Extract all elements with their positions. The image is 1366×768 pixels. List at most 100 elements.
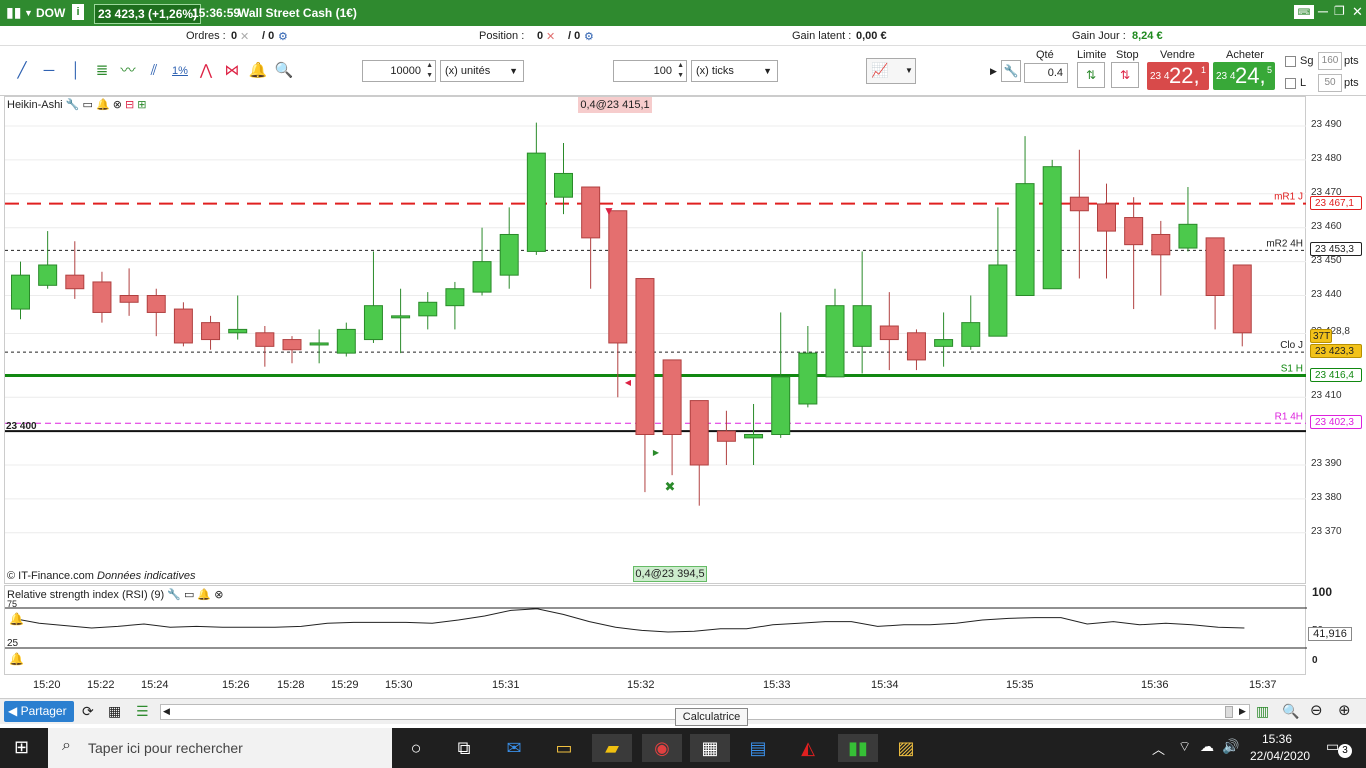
qty-input[interactable]: 0.4	[1024, 63, 1068, 83]
horizontal-line-icon[interactable]: ─	[37, 60, 61, 82]
marker-left-icon: ◀	[625, 378, 632, 387]
trading-platform-icon[interactable]: ▮▮	[838, 734, 878, 762]
x-tick-label: 15:28	[277, 679, 305, 691]
paint-icon[interactable]: ▨	[886, 734, 926, 762]
file-explorer-icon[interactable]: ▭	[544, 734, 584, 762]
wave-tool-icon[interactable]: 〰	[116, 60, 140, 82]
zoom-icon[interactable]: 🔍	[272, 60, 296, 82]
fibonacci-icon[interactable]: ≣	[90, 60, 114, 82]
move-up-icon[interactable]: ⊞	[137, 99, 146, 111]
candle-body	[852, 305, 872, 347]
cloud-icon[interactable]: ☁	[1200, 738, 1214, 755]
candlestick-chart[interactable]: mR1 J mR2 4H Clo J S1 H R1 4H ▼ ◀ ▶ ✖	[5, 97, 1307, 585]
move-down-icon[interactable]: ⊟	[125, 99, 134, 111]
calculator-icon[interactable]: ▦	[690, 734, 730, 762]
line-tool-icon[interactable]: ╱	[10, 60, 34, 82]
stop-order-button[interactable]: ⇅	[1111, 62, 1139, 88]
limit-order-button[interactable]: ⇅	[1077, 62, 1105, 88]
sticky-notes-icon[interactable]: ▰	[592, 734, 632, 762]
price-chart[interactable]: mR1 J mR2 4H Clo J S1 H R1 4H ▼ ◀ ▶ ✖ Heikin-Ash…	[4, 96, 1307, 585]
table-icon[interactable]: ▦	[108, 703, 121, 720]
rsi-label[interactable]: Relative strength index (RSI) (9)	[7, 589, 164, 601]
vertical-line-icon[interactable]: │	[64, 60, 88, 82]
alert-bell-icon[interactable]: 🔔	[246, 60, 270, 82]
task-view-icon[interactable]: ⧉	[444, 734, 484, 762]
chart-settings-icon[interactable]: ▥	[1256, 703, 1269, 720]
position-cancel-icon[interactable]: ✕	[546, 30, 555, 43]
daily-gain-value: 8,24 €	[1132, 30, 1163, 42]
sg-checkbox[interactable]	[1285, 56, 1296, 67]
buy-button[interactable]: 23 4 24, 5	[1213, 62, 1275, 90]
scroll-thumb[interactable]	[1225, 706, 1233, 718]
stepper-arrows-icon[interactable]: ▲ ▼	[677, 61, 684, 81]
window-icon[interactable]: ▭	[184, 589, 194, 601]
channel-icon[interactable]: ⫽	[142, 60, 166, 82]
orders-cancel-icon[interactable]: ✕	[240, 30, 249, 43]
quantity-ticks-stepper[interactable]: 100 ▲ ▼	[613, 60, 687, 82]
units-select[interactable]: (x) unités ▼	[440, 60, 524, 82]
level-name: mR2 4H	[1266, 238, 1303, 249]
rsi-alert-bottom-icon[interactable]: 🔔	[9, 652, 24, 666]
list-icon[interactable]: ☰	[136, 703, 149, 720]
candle-body	[526, 152, 546, 252]
position-count: 0	[537, 30, 544, 42]
bell-icon[interactable]: 🔔	[96, 99, 110, 111]
pattern-icon[interactable]: ⋀	[194, 60, 218, 82]
bell-icon[interactable]: 🔔	[197, 589, 211, 601]
share-button[interactable]: ◀ Partager	[4, 701, 74, 722]
sg-input[interactable]: 160	[1318, 52, 1342, 70]
volume-icon[interactable]: 🔊	[1222, 738, 1239, 755]
wrench-icon[interactable]: 🔧	[1001, 60, 1021, 82]
position-settings-icon[interactable]: ⚙	[584, 30, 594, 43]
symbol-label[interactable]: DOW	[36, 6, 65, 20]
cortana-icon[interactable]: ○	[396, 734, 436, 762]
network-icon[interactable]: ⌔	[1178, 738, 1191, 756]
chrome-icon[interactable]: ◉	[642, 734, 682, 762]
candle-body	[418, 301, 438, 317]
triangle-icon[interactable]: ⋈	[220, 60, 244, 82]
indicator-label[interactable]: Heikin-Ashi	[7, 99, 63, 111]
percent-icon[interactable]: 1%	[168, 60, 192, 82]
replay-icon[interactable]: ⟳	[82, 703, 94, 720]
settings-wrench-icon[interactable]: 🔧	[167, 589, 181, 601]
order-bottom-label[interactable]: 0,4@23 394,5	[633, 566, 707, 582]
clock-time[interactable]: 15:36	[1262, 732, 1292, 746]
settings-wrench-icon[interactable]: 🔧	[66, 99, 80, 111]
remove-icon[interactable]: ⊗	[113, 99, 122, 111]
zoom-in-icon[interactable]: ⊕	[1338, 701, 1351, 719]
orders-settings-icon[interactable]: ⚙	[278, 30, 288, 43]
close-icon[interactable]: ✕	[1352, 4, 1363, 20]
chevron-up-icon[interactable]: ︿	[1152, 739, 1165, 758]
remove-icon[interactable]: ⊗	[214, 589, 223, 601]
word-document-icon[interactable]: ▤	[738, 734, 778, 762]
pdf-icon[interactable]: ◭	[788, 734, 828, 762]
rsi-alert-top-icon[interactable]: 🔔	[9, 612, 24, 626]
indicator-menu-button[interactable]: 📈 ▼	[866, 58, 916, 84]
quantity-units-stepper[interactable]: 10000 ▲ ▼	[362, 60, 436, 82]
l-checkbox[interactable]	[1285, 78, 1296, 89]
collapse-arrow-icon[interactable]: ▶	[990, 66, 997, 77]
orders-label: Ordres :	[186, 30, 226, 42]
l-input[interactable]: 50	[1318, 74, 1342, 92]
windows-start-icon[interactable]: ⊞	[14, 737, 29, 758]
dropdown-icon[interactable]: ▼	[24, 8, 33, 18]
scroll-right-icon[interactable]: ▶	[1239, 706, 1246, 717]
mail-icon[interactable]: ✉	[494, 734, 534, 762]
stepper-arrows-icon[interactable]: ▲ ▼	[426, 61, 433, 81]
taskbar-search[interactable]: ⌕ Taper ici pour rechercher	[48, 728, 392, 768]
zoom-out-icon[interactable]: ⊖	[1310, 701, 1323, 719]
window-icon[interactable]: ▭	[82, 99, 92, 111]
minimize-icon[interactable]: ─	[1318, 3, 1328, 19]
order-top-label[interactable]: 0,4@23 415,1	[578, 97, 652, 113]
zoom-fit-icon[interactable]: 🔍	[1282, 703, 1299, 720]
ticks-select[interactable]: (x) ticks ▼	[691, 60, 778, 82]
scroll-left-icon[interactable]: ◀	[163, 706, 170, 717]
rsi-panel[interactable]: Relative strength index (RSI) (9) 🔧 ▭ 🔔 …	[4, 585, 1307, 675]
info-icon[interactable]: i	[72, 4, 84, 20]
price-axis[interactable]: 23 49023 48023 47023 46023 45023 44023 4…	[1306, 96, 1366, 584]
sell-button[interactable]: 23 4 22, 1	[1147, 62, 1209, 90]
maximize-icon[interactable]: ❐	[1334, 4, 1345, 18]
app-icon[interactable]: ▮▮	[6, 4, 21, 21]
clock-date[interactable]: 22/04/2020	[1250, 749, 1310, 763]
keyboard-icon[interactable]: ⌨	[1294, 5, 1314, 19]
